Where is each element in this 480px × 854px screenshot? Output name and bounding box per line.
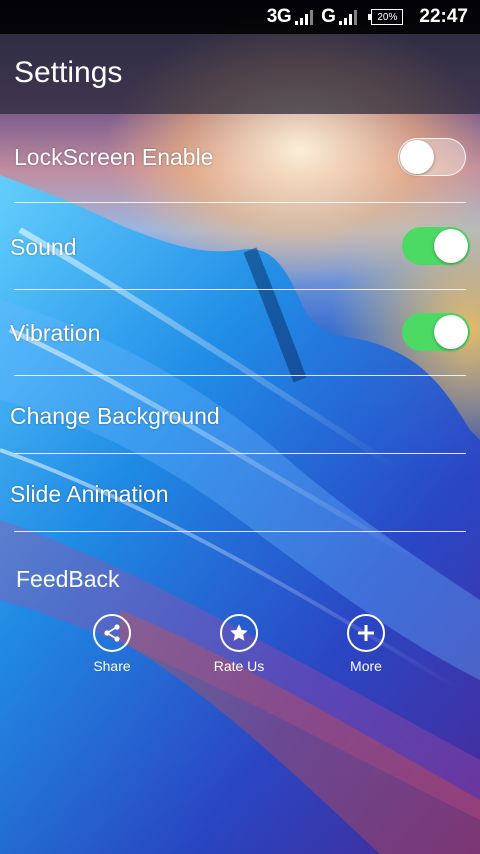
divider	[14, 289, 466, 290]
signal-strength-icon	[295, 9, 314, 25]
divider	[14, 375, 466, 376]
toggle-knob	[400, 140, 434, 174]
setting-label: Change Background	[10, 402, 220, 429]
setting-row-sound[interactable]: Sound	[0, 224, 480, 270]
lockscreen-toggle[interactable]	[398, 138, 466, 176]
star-icon	[220, 614, 258, 652]
status-bar: 3G G 20% 22:47	[0, 0, 480, 34]
share-icon	[93, 614, 131, 652]
battery-percent: 20%	[377, 11, 398, 23]
status-clock: 22:47	[419, 6, 468, 27]
more-button[interactable]: More	[321, 614, 411, 674]
share-label: Share	[93, 658, 131, 674]
setting-row-vibration[interactable]: Vibration	[0, 310, 480, 356]
toggle-knob	[434, 315, 468, 349]
divider	[14, 531, 466, 532]
setting-label: Sound	[10, 233, 77, 260]
network-type-g: G	[321, 6, 336, 27]
network-type-3g: 3G	[266, 6, 292, 27]
divider	[14, 202, 466, 203]
vibration-toggle[interactable]	[402, 313, 470, 351]
sound-toggle[interactable]	[402, 227, 470, 265]
rate-us-button[interactable]: Rate Us	[194, 614, 284, 674]
setting-label: Vibration	[10, 319, 101, 346]
battery-icon: 20%	[368, 9, 404, 25]
more-label: More	[350, 658, 382, 674]
divider	[14, 453, 466, 454]
share-button[interactable]: Share	[67, 614, 157, 674]
setting-label: Slide Animation	[10, 480, 169, 507]
app-header: Settings	[0, 34, 480, 114]
setting-row-change-background[interactable]: Change Background	[0, 393, 480, 439]
plus-icon	[347, 614, 385, 652]
setting-label: LockScreen Enable	[14, 143, 214, 170]
toggle-knob	[434, 229, 468, 263]
setting-row-lockscreen[interactable]: LockScreen Enable	[0, 134, 480, 180]
page-title: Settings	[14, 56, 123, 89]
setting-row-slide-animation[interactable]: Slide Animation	[0, 471, 480, 517]
rate-us-label: Rate Us	[213, 658, 265, 674]
feedback-heading: FeedBack	[16, 566, 120, 592]
signal-strength-icon	[339, 9, 358, 25]
